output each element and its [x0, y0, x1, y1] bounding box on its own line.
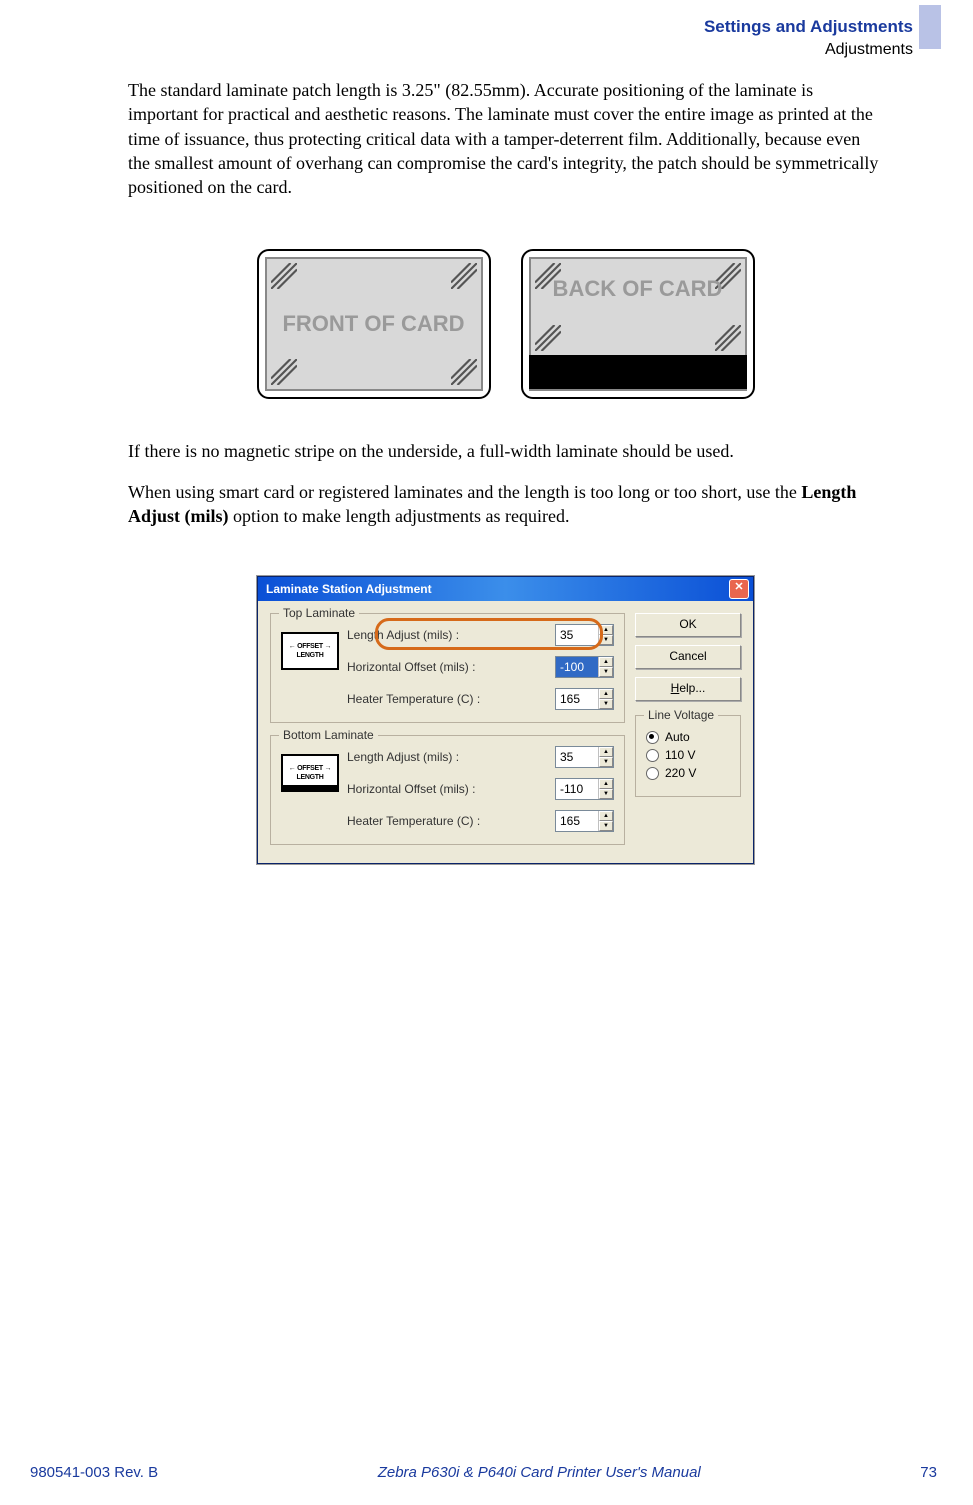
- bottom-heater-label: Heater Temperature (C) :: [347, 814, 480, 828]
- top-laminate-legend: Top Laminate: [279, 606, 359, 620]
- bottom-heater-spinner[interactable]: ▲▼: [555, 810, 614, 832]
- diagram-stripe: [281, 785, 339, 791]
- bottom-hoffset-label: Horizontal Offset (mils) :: [347, 782, 475, 796]
- page-header: Settings and Adjustments Adjustments: [704, 16, 913, 61]
- left-column: Top Laminate ← OFFSET → LENGTH: [270, 613, 625, 845]
- spinner-down-icon[interactable]: ▼: [599, 821, 613, 831]
- back-card-label: BACK OF CARD: [553, 276, 723, 302]
- diagram-length-label: LENGTH: [297, 774, 324, 781]
- laminate-adjustment-dialog: Laminate Station Adjustment ✕ Top Lamina…: [257, 576, 754, 864]
- radio-icon[interactable]: [646, 749, 659, 762]
- top-hoffset-label: Horizontal Offset (mils) :: [347, 660, 475, 674]
- diagram-length-label: LENGTH: [297, 652, 324, 659]
- diagram-offset-label: ← OFFSET →: [289, 643, 332, 650]
- radio-icon[interactable]: [646, 767, 659, 780]
- spinner-down-icon[interactable]: ▼: [599, 699, 613, 709]
- top-length-input[interactable]: [556, 625, 598, 645]
- hatch-icon: [271, 263, 297, 289]
- hatch-icon: [535, 325, 561, 351]
- line-voltage-legend: Line Voltage: [644, 708, 718, 722]
- cards-illustration: FRONT OF CARD BACK OF CARD: [128, 249, 883, 399]
- top-hoffset-input[interactable]: [556, 657, 598, 677]
- diagram-offset-label: ← OFFSET →: [289, 765, 332, 772]
- footer-center: Zebra P630i & P640i Card Printer User's …: [378, 1464, 701, 1481]
- spinner-down-icon[interactable]: ▼: [599, 635, 613, 645]
- page-footer: 980541-003 Rev. B Zebra P630i & P640i Ca…: [30, 1464, 937, 1481]
- ok-button[interactable]: OK: [635, 613, 741, 637]
- bottom-laminate-group: Bottom Laminate ← OFFSET → LENGTH: [270, 735, 625, 845]
- voltage-auto-label: Auto: [665, 730, 690, 744]
- content-area: The standard laminate patch length is 3.…: [128, 78, 883, 864]
- hatch-icon: [451, 263, 477, 289]
- right-column: OK Cancel Help... Line Voltage Auto 110 …: [635, 613, 741, 845]
- top-length-label: Length Adjust (mils) :: [347, 628, 459, 642]
- hatch-icon: [715, 325, 741, 351]
- header-sub: Adjustments: [704, 40, 913, 61]
- spinner-up-icon[interactable]: ▲: [599, 689, 613, 699]
- magnetic-stripe: [529, 355, 747, 389]
- header-main: Settings and Adjustments: [704, 16, 913, 38]
- top-offset-diagram: ← OFFSET → LENGTH: [281, 632, 339, 670]
- bottom-length-input[interactable]: [556, 747, 598, 767]
- spinner-down-icon[interactable]: ▼: [599, 667, 613, 677]
- bottom-length-spinner[interactable]: ▲▼: [555, 746, 614, 768]
- back-card: BACK OF CARD: [521, 249, 755, 399]
- radio-icon[interactable]: [646, 731, 659, 744]
- footer-page-number: 73: [920, 1464, 937, 1481]
- voltage-110-row[interactable]: 110 V: [646, 748, 730, 762]
- top-heater-spinner[interactable]: ▲▼: [555, 688, 614, 710]
- spinner-up-icon[interactable]: ▲: [599, 779, 613, 789]
- close-icon: ✕: [734, 581, 743, 593]
- voltage-auto-row[interactable]: Auto: [646, 730, 730, 744]
- spinner-up-icon[interactable]: ▲: [599, 811, 613, 821]
- dialog-title: Laminate Station Adjustment: [266, 582, 432, 596]
- line-voltage-group: Line Voltage Auto 110 V 220 V: [635, 715, 741, 797]
- hatch-icon: [271, 359, 297, 385]
- p3-a: When using smart card or registered lami…: [128, 482, 801, 502]
- voltage-220-row[interactable]: 220 V: [646, 766, 730, 780]
- top-hoffset-spinner[interactable]: ▲▼: [555, 656, 614, 678]
- close-button[interactable]: ✕: [729, 579, 749, 599]
- top-heater-label: Heater Temperature (C) :: [347, 692, 480, 706]
- top-heater-input[interactable]: [556, 689, 598, 709]
- hatch-icon: [451, 359, 477, 385]
- help-rest: elp...: [679, 681, 705, 695]
- voltage-220-label: 220 V: [665, 766, 696, 780]
- front-card-label: FRONT OF CARD: [282, 311, 464, 337]
- spinner-down-icon[interactable]: ▼: [599, 757, 613, 767]
- bottom-heater-input[interactable]: [556, 811, 598, 831]
- p3-c: option to make length adjustments as req…: [229, 506, 570, 526]
- paragraph-1: The standard laminate patch length is 3.…: [128, 78, 883, 199]
- header-tab: [919, 5, 941, 49]
- bottom-laminate-legend: Bottom Laminate: [279, 728, 378, 742]
- cancel-button[interactable]: Cancel: [635, 645, 741, 669]
- footer-left: 980541-003 Rev. B: [30, 1464, 158, 1481]
- spinner-up-icon[interactable]: ▲: [599, 747, 613, 757]
- front-card: FRONT OF CARD: [257, 249, 491, 399]
- spinner-up-icon[interactable]: ▲: [599, 625, 613, 635]
- dialog-titlebar[interactable]: Laminate Station Adjustment ✕: [258, 577, 753, 601]
- dialog-body: Top Laminate ← OFFSET → LENGTH: [258, 601, 753, 863]
- spinner-down-icon[interactable]: ▼: [599, 789, 613, 799]
- voltage-110-label: 110 V: [665, 748, 695, 762]
- top-length-spinner[interactable]: ▲▼: [555, 624, 614, 646]
- spinner-up-icon[interactable]: ▲: [599, 657, 613, 667]
- help-button[interactable]: Help...: [635, 677, 741, 701]
- bottom-hoffset-spinner[interactable]: ▲▼: [555, 778, 614, 800]
- top-laminate-group: Top Laminate ← OFFSET → LENGTH: [270, 613, 625, 723]
- paragraph-2: If there is no magnetic stripe on the un…: [128, 439, 883, 463]
- paragraph-3: When using smart card or registered lami…: [128, 480, 883, 529]
- bottom-offset-diagram: ← OFFSET → LENGTH: [281, 754, 339, 792]
- dialog-screenshot-wrap: Laminate Station Adjustment ✕ Top Lamina…: [128, 576, 883, 864]
- bottom-length-label: Length Adjust (mils) :: [347, 750, 459, 764]
- bottom-hoffset-input[interactable]: [556, 779, 598, 799]
